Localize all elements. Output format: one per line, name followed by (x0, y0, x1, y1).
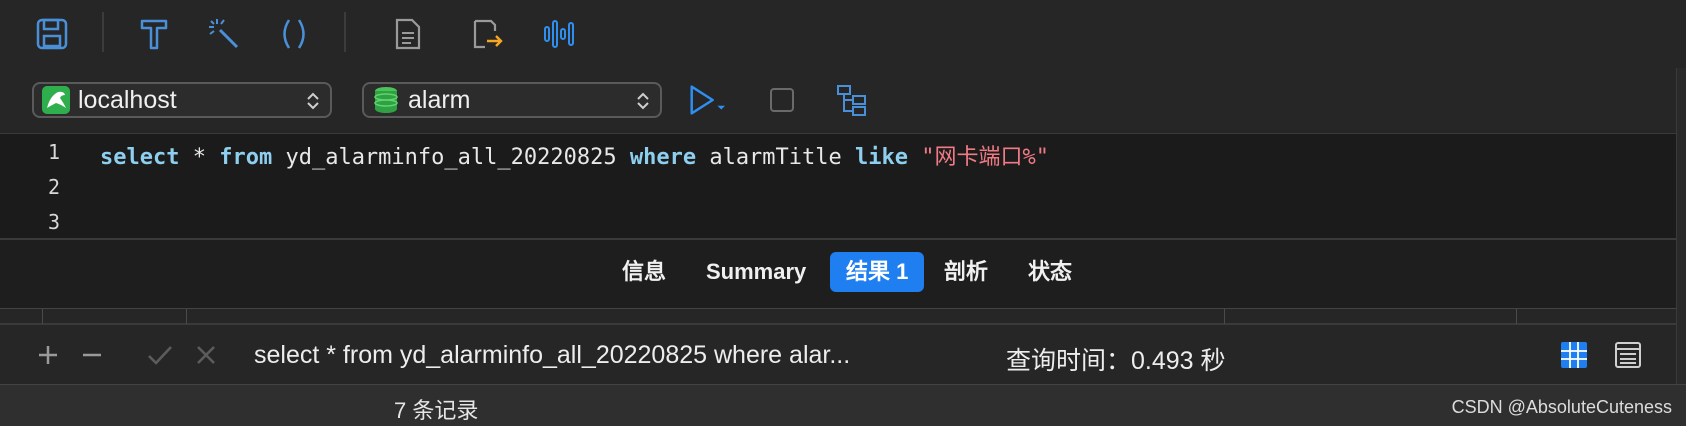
mysql-dolphin-icon (42, 86, 70, 114)
form-view-icon (1615, 342, 1641, 368)
discard-changes-button[interactable] (192, 341, 220, 369)
line-number: 1 (47, 140, 60, 164)
grid-column-divider (186, 309, 187, 325)
stop-icon (770, 88, 794, 112)
tab-status[interactable]: 状态 (1012, 252, 1088, 292)
tab-info[interactable]: 信息 (606, 252, 682, 292)
sql-column-name: alarmTitle (696, 145, 856, 170)
add-row-button[interactable] (34, 341, 62, 369)
tree-diagram-icon (837, 85, 866, 116)
close-icon (197, 346, 215, 364)
sql-star: * (179, 145, 220, 170)
form-view-button[interactable] (1614, 341, 1642, 369)
line-number-gutter: 1 2 3 (0, 134, 66, 238)
query-preview: select * from yd_alarminfo_all_20220825 … (254, 341, 851, 369)
hammer-icon[interactable] (134, 14, 174, 54)
export-icon[interactable] (468, 14, 508, 54)
apply-changes-button[interactable] (146, 341, 174, 369)
minus-icon (83, 353, 101, 357)
parentheses-icon[interactable] (274, 14, 314, 54)
tab-summary[interactable]: Summary (690, 252, 822, 292)
checkmark-icon (148, 346, 172, 365)
sql-keyword: select (100, 145, 180, 170)
grid-column-divider (42, 309, 43, 325)
grid-column-divider (1224, 309, 1225, 325)
tab-result-1[interactable]: 结果 1 (830, 252, 925, 292)
explain-button[interactable] (832, 80, 872, 120)
toolbar-separator (344, 12, 346, 52)
database-icon (374, 87, 398, 113)
result-statusbar: select * from yd_alarminfo_all_20220825 … (0, 324, 1676, 384)
sql-keyword: like (855, 145, 909, 170)
grid-view-button[interactable] (1560, 341, 1588, 369)
query-toolbar: localhost alarm (0, 68, 1686, 134)
up-down-chevron-icon (637, 92, 649, 110)
sql-keyword: from (219, 145, 273, 170)
database-select[interactable]: alarm (362, 82, 662, 118)
record-count: 7 条记录 (394, 398, 479, 423)
result-grid-header (0, 308, 1676, 325)
line-number: 2 (47, 175, 60, 199)
sql-keyword: where (629, 145, 697, 170)
plus-icon (39, 346, 57, 364)
stop-button[interactable] (762, 80, 802, 120)
document-icon[interactable] (388, 14, 428, 54)
delete-row-button[interactable] (78, 341, 106, 369)
footer-bar: 7 条记录 CSDN @AbsoluteCuteness (0, 384, 1686, 426)
tab-profile[interactable]: 剖析 (928, 252, 1004, 292)
database-name: alarm (408, 85, 471, 114)
connection-host: localhost (78, 85, 177, 114)
run-button[interactable] (686, 80, 726, 120)
play-icon (690, 85, 726, 115)
watermark: CSDN @AbsoluteCuteness (1451, 397, 1672, 417)
up-down-chevron-icon (307, 92, 319, 110)
code-line-1[interactable]: select * from yd_alarminfo_all_20220825 … (100, 139, 1049, 171)
window-right-edge (1676, 68, 1686, 384)
toolbar-separator (102, 12, 104, 52)
sql-string-literal: "网卡端口%" (908, 145, 1049, 170)
magic-wand-icon[interactable] (204, 14, 244, 54)
grid-view-icon (1561, 342, 1587, 368)
sql-table-name: yd_alarminfo_all_20220825 (272, 145, 630, 170)
query-time: 查询时间：0.493 秒 (1006, 347, 1226, 375)
sql-editor[interactable]: 1 2 3 select * from yd_alarminfo_all_202… (0, 134, 1686, 238)
main-toolbar (0, 0, 1686, 68)
save-icon[interactable] (32, 14, 72, 54)
result-tabs: 信息 Summary 结果 1 剖析 状态 (0, 238, 1686, 308)
grid-column-divider (1516, 309, 1517, 325)
connection-select[interactable]: localhost (32, 82, 332, 118)
waveform-icon[interactable] (540, 14, 580, 54)
line-number: 3 (47, 210, 60, 234)
